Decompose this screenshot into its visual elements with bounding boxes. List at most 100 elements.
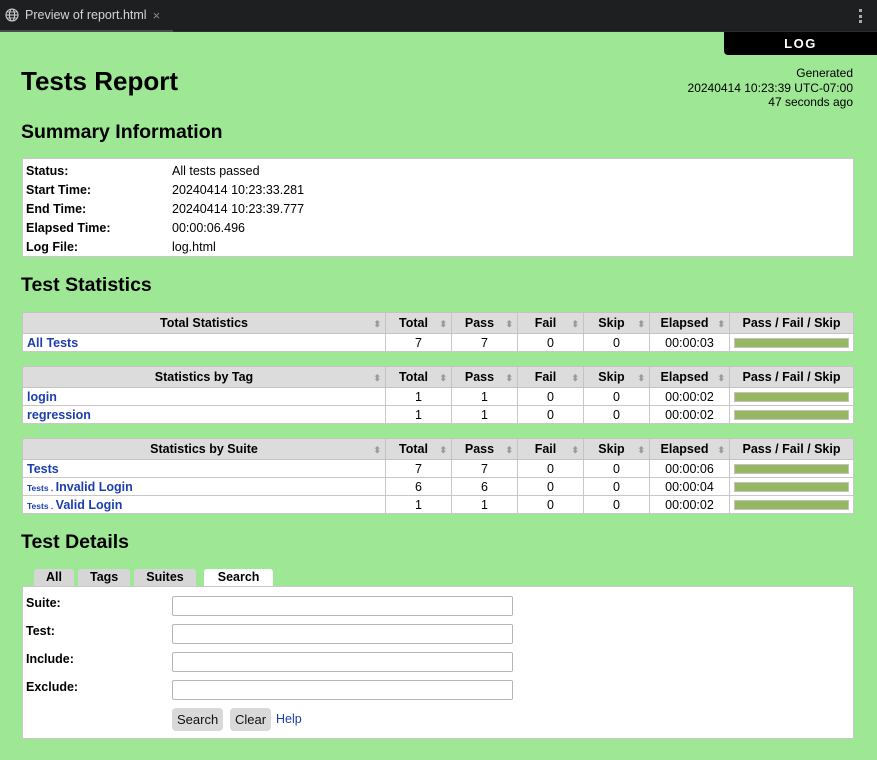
pass-fail-skip-bar bbox=[734, 481, 849, 492]
stat-name-link[interactable]: login bbox=[27, 390, 57, 404]
parent-suite-link[interactable]: Tests . bbox=[27, 501, 56, 511]
sort-icon[interactable]: ⬍ bbox=[637, 373, 645, 384]
tab-search[interactable]: Search bbox=[203, 569, 274, 587]
stats-name-column-header[interactable]: Total Statistics ⬍ bbox=[22, 312, 386, 334]
sort-icon[interactable]: ⬍ bbox=[505, 319, 513, 330]
column-header-total[interactable]: Total ⬍ bbox=[385, 312, 452, 334]
sort-icon[interactable]: ⬍ bbox=[373, 373, 381, 384]
stat-total-cell: 1 bbox=[385, 387, 452, 406]
stats-header-row: Statistics by Suite ⬍ Total ⬍ Pass ⬍ Fail ⬍ Skip… bbox=[22, 438, 854, 460]
stats-name-cell: Tests . Invalid Login bbox=[22, 477, 386, 496]
sort-icon[interactable]: ⬍ bbox=[717, 445, 725, 456]
column-header-elapsed[interactable]: Elapsed ⬍ bbox=[649, 312, 730, 334]
pass-segment bbox=[735, 464, 848, 473]
exclude-input[interactable] bbox=[172, 680, 513, 700]
stat-name-link[interactable]: Invalid Login bbox=[56, 480, 133, 494]
test-input[interactable] bbox=[172, 624, 513, 644]
column-header-fail[interactable]: Fail ⬍ bbox=[517, 366, 584, 388]
stats-row: regression 1 1 0 0 00:00:02 bbox=[22, 405, 854, 424]
elapsed-time-value: 00:00:06.496 bbox=[172, 220, 245, 235]
sort-icon[interactable]: ⬍ bbox=[505, 445, 513, 456]
pass-fail-skip-bar bbox=[734, 499, 849, 510]
sort-icon[interactable]: ⬍ bbox=[717, 373, 725, 384]
stats-row: Tests . Valid Login 1 1 0 0 00:00:02 bbox=[22, 495, 854, 514]
pass-segment bbox=[735, 392, 848, 401]
stats-name-column-header[interactable]: Statistics by Tag ⬍ bbox=[22, 366, 386, 388]
include-input[interactable] bbox=[172, 652, 513, 672]
pass-fail-skip-bar bbox=[734, 391, 849, 402]
tab-tags[interactable]: Tags bbox=[77, 569, 131, 586]
stat-name-link[interactable]: Valid Login bbox=[56, 498, 123, 512]
stat-elapsed-cell: 00:00:04 bbox=[649, 477, 730, 496]
log-file-link[interactable]: log.html bbox=[172, 240, 216, 254]
column-title: Statistics by Suite bbox=[150, 442, 258, 456]
column-header-pass[interactable]: Pass ⬍ bbox=[451, 366, 518, 388]
stat-name-link[interactable]: All Tests bbox=[27, 336, 78, 350]
column-header-pass[interactable]: Pass ⬍ bbox=[451, 312, 518, 334]
column-header-skip[interactable]: Skip ⬍ bbox=[583, 312, 650, 334]
details-tabs: All Tags Suites Search bbox=[34, 569, 274, 587]
details-heading: Test Details bbox=[21, 531, 130, 553]
sort-icon[interactable]: ⬍ bbox=[571, 319, 579, 330]
column-title: Pass bbox=[464, 316, 495, 330]
window-titlebar: Preview of report.html × bbox=[0, 0, 877, 32]
sort-icon[interactable]: ⬍ bbox=[717, 319, 725, 330]
suite-input[interactable] bbox=[172, 596, 513, 616]
sort-icon[interactable]: ⬍ bbox=[373, 319, 381, 330]
summary-label: End Time: bbox=[26, 201, 87, 216]
tab-all[interactable]: All bbox=[34, 569, 74, 586]
exclude-label: Exclude: bbox=[26, 680, 79, 694]
column-header-skip[interactable]: Skip ⬍ bbox=[583, 438, 650, 460]
column-title: Total Statistics bbox=[160, 316, 248, 330]
column-header-skip[interactable]: Skip ⬍ bbox=[583, 366, 650, 388]
column-title: Elapsed bbox=[660, 316, 709, 330]
pass-fail-skip-bar bbox=[734, 337, 849, 348]
kebab-menu-icon[interactable] bbox=[859, 9, 863, 23]
summary-heading: Summary Information bbox=[21, 121, 223, 143]
column-header-fail[interactable]: Fail ⬍ bbox=[517, 438, 584, 460]
parent-suite-link[interactable]: Tests . bbox=[27, 483, 56, 493]
statistics-heading: Test Statistics bbox=[21, 274, 152, 296]
column-header-total[interactable]: Total ⬍ bbox=[385, 438, 452, 460]
stat-name-link[interactable]: Tests bbox=[27, 462, 59, 476]
sort-icon[interactable]: ⬍ bbox=[571, 373, 579, 384]
stats-name-cell: login bbox=[22, 387, 386, 406]
log-link[interactable]: LOG bbox=[724, 32, 877, 55]
close-tab-icon[interactable]: × bbox=[153, 8, 161, 23]
summary-row-status: Status: All tests passed bbox=[26, 161, 853, 180]
summary-row-start: Start Time: 20240414 10:23:33.281 bbox=[26, 180, 853, 199]
search-button[interactable]: Search bbox=[172, 708, 224, 731]
preview-tab[interactable]: Preview of report.html × bbox=[0, 0, 173, 32]
sort-icon[interactable]: ⬍ bbox=[373, 445, 381, 456]
graph-cell bbox=[729, 405, 854, 424]
sort-icon[interactable]: ⬍ bbox=[439, 319, 447, 330]
column-header-graph: Pass / Fail / Skip bbox=[729, 312, 854, 334]
sort-icon[interactable]: ⬍ bbox=[505, 373, 513, 384]
total-statistics-table: Total Statistics ⬍ Total ⬍ Pass ⬍ Fail ⬍ Skip ⬍ El… bbox=[22, 312, 854, 352]
stat-fail-cell: 0 bbox=[517, 405, 584, 424]
column-header-elapsed[interactable]: Elapsed ⬍ bbox=[649, 438, 730, 460]
sort-icon[interactable]: ⬍ bbox=[439, 445, 447, 456]
sort-icon[interactable]: ⬍ bbox=[571, 445, 579, 456]
tab-suites[interactable]: Suites bbox=[134, 569, 196, 586]
pass-segment bbox=[735, 500, 848, 509]
column-title: Pass / Fail / Skip bbox=[742, 370, 841, 384]
sort-icon[interactable]: ⬍ bbox=[637, 445, 645, 456]
column-title: Statistics by Tag bbox=[154, 370, 254, 384]
test-label: Test: bbox=[26, 624, 55, 638]
pass-fail-skip-bar bbox=[734, 409, 849, 420]
stat-name-link[interactable]: regression bbox=[27, 408, 91, 422]
help-link[interactable]: Help bbox=[276, 712, 302, 726]
clear-button[interactable]: Clear bbox=[230, 708, 272, 731]
column-header-total[interactable]: Total ⬍ bbox=[385, 366, 452, 388]
sort-icon[interactable]: ⬍ bbox=[439, 373, 447, 384]
column-header-elapsed[interactable]: Elapsed ⬍ bbox=[649, 366, 730, 388]
column-header-pass[interactable]: Pass ⬍ bbox=[451, 438, 518, 460]
stat-fail-cell: 0 bbox=[517, 387, 584, 406]
column-header-fail[interactable]: Fail ⬍ bbox=[517, 312, 584, 334]
sort-icon[interactable]: ⬍ bbox=[637, 319, 645, 330]
stats-name-column-header[interactable]: Statistics by Suite ⬍ bbox=[22, 438, 386, 460]
stats-header-row: Total Statistics ⬍ Total ⬍ Pass ⬍ Fail ⬍ Skip ⬍ El… bbox=[22, 312, 854, 334]
generated-time: 20240414 10:23:39 UTC-07:00 bbox=[687, 80, 853, 95]
stat-elapsed-cell: 00:00:02 bbox=[649, 495, 730, 514]
